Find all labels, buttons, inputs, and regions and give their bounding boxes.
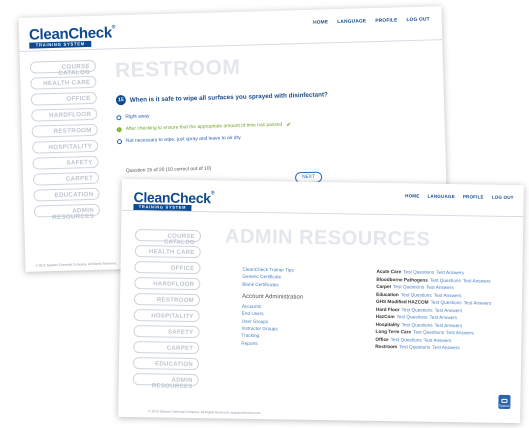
sidebar-item-safety[interactable]: SAFETY	[32, 155, 99, 170]
chat-label: Spartan	[499, 403, 510, 408]
sidebar-item-education[interactable]: EDUCATION	[132, 357, 200, 371]
nav-logout[interactable]: LOG OUT	[406, 17, 429, 23]
answer-option[interactable]: Right away	[116, 110, 291, 121]
sidebar-item-admin-resources[interactable]: ADMIN RESOURCES	[33, 203, 101, 221]
checkmark-icon: ✔	[286, 122, 292, 129]
sidebar-item-health-care[interactable]: HEALTH CARE	[30, 75, 97, 90]
answer-option-selected[interactable]: After checking to ensure that the approp…	[116, 121, 292, 133]
test-row: Restroom Test Questions Test Answers	[375, 343, 490, 352]
answer-text: Not necessary to wipe, just spray and le…	[125, 135, 242, 145]
question-text: When is it safe to wipe all surfaces you…	[129, 90, 328, 104]
nav-profile[interactable]: PROFILE	[375, 18, 397, 24]
test-answers-link[interactable]: Test Answers	[463, 277, 491, 285]
sidebar-nav: COURSE CATALOG HEALTH CARE OFFICE HARDFL…	[29, 59, 101, 221]
brand-tagline: TRAINING SYSTEM	[29, 40, 92, 49]
sidebar-item-safety[interactable]: SAFETY	[133, 325, 200, 339]
question-progress: Question 15 of 20 (10 correct out of 10)	[125, 166, 212, 175]
sidebar-item-course-catalog[interactable]: COURSE CATALOG	[134, 229, 202, 246]
nav-language[interactable]: LANGUAGE	[427, 194, 454, 199]
answer-option[interactable]: Not necessary to wipe, just spray and le…	[116, 134, 292, 145]
test-questions-link[interactable]: Test Questions	[399, 343, 430, 351]
sidebar-item-carpet[interactable]: CARPET	[32, 171, 100, 186]
sidebar-item-hardfloor[interactable]: HARDFLOOR	[31, 107, 98, 122]
sidebar-item-education[interactable]: EDUCATION	[33, 187, 100, 202]
resource-links: CleanCheck Trainer Tips Generic Certific…	[241, 266, 303, 348]
account-admin-heading: Account Administration	[242, 293, 304, 301]
link-reports[interactable]: Reports	[241, 339, 302, 347]
brand-reg-mark: ®	[111, 24, 116, 31]
nav-home[interactable]: HOME	[405, 193, 419, 198]
sidebar-item-hospitality[interactable]: HOSPITALITY	[133, 309, 200, 323]
nav-home[interactable]: HOME	[313, 20, 328, 25]
top-nav: HOME LANGUAGE PROFILE LOG OUT	[313, 17, 430, 25]
nav-profile[interactable]: PROFILE	[463, 194, 484, 199]
sidebar-item-carpet[interactable]: CARPET	[133, 341, 200, 355]
page-title: RESTROOM	[114, 55, 241, 83]
answer-text: Right away	[125, 114, 150, 121]
test-category: Restroom	[375, 344, 398, 350]
test-answers-link[interactable]: Test Answers	[464, 299, 492, 307]
top-nav: HOME LANGUAGE PROFILE LOG OUT	[405, 193, 514, 200]
page-title: ADMIN RESOURCES	[224, 225, 431, 251]
question: 15 When is it safe to wipe all surfaces …	[115, 89, 328, 106]
cleancheck-logo[interactable]: CleanCheck® TRAINING SYSTEM	[133, 189, 215, 211]
chat-bubble-icon	[501, 398, 508, 403]
sidebar-item-office[interactable]: OFFICE	[30, 91, 97, 106]
radio-button[interactable]	[116, 139, 123, 145]
brand-reg-mark: ®	[210, 190, 215, 197]
question-number-badge: 15	[115, 94, 127, 106]
sidebar-item-office[interactable]: OFFICE	[134, 261, 201, 275]
radio-button-selected[interactable]	[116, 127, 122, 133]
link-blank-certificates[interactable]: Blank Certificates	[242, 280, 303, 288]
sidebar-item-restroom[interactable]: RESTROOM	[133, 293, 201, 307]
sidebar-item-admin-resources[interactable]: ADMIN RESOURCES	[132, 373, 199, 390]
test-answers-link[interactable]: Test Answers	[432, 344, 460, 352]
sidebar-item-health-care[interactable]: HEALTH CARE	[134, 245, 201, 259]
sidebar-item-hardfloor[interactable]: HARDFLOOR	[134, 277, 201, 291]
cleancheck-logo[interactable]: CleanCheck® TRAINING SYSTEM	[29, 24, 116, 49]
copyright-footer: © 2015 Spartan Chemical Company. All Rig…	[148, 409, 261, 416]
nav-logout[interactable]: LOG OUT	[492, 195, 514, 200]
sidebar-item-hospitality[interactable]: HOSPITALITY	[31, 139, 99, 154]
test-resources-list: Acute Care Test Questions Test Answers Blo…	[375, 268, 492, 352]
sidebar-item-course-catalog[interactable]: COURSE CATALOG	[29, 59, 97, 77]
nav-language[interactable]: LANGUAGE	[337, 19, 366, 25]
answer-list: Right away After checking to ensure that…	[116, 110, 292, 145]
admin-window: CleanCheck® TRAINING SYSTEM HOME LANGUAG…	[118, 178, 524, 424]
copyright-footer: © 2015 Spartan Chemical Company. All Rig…	[35, 261, 117, 268]
header-divider	[121, 209, 524, 218]
sidebar-item-restroom[interactable]: RESTROOM	[31, 123, 98, 138]
sidebar-nav: COURSE CATALOG HEALTH CARE OFFICE HARDFL…	[132, 229, 202, 390]
answer-text: After checking to ensure that the approp…	[125, 122, 283, 133]
chat-widget-button[interactable]: Spartan	[498, 394, 511, 409]
radio-button[interactable]	[116, 115, 122, 121]
